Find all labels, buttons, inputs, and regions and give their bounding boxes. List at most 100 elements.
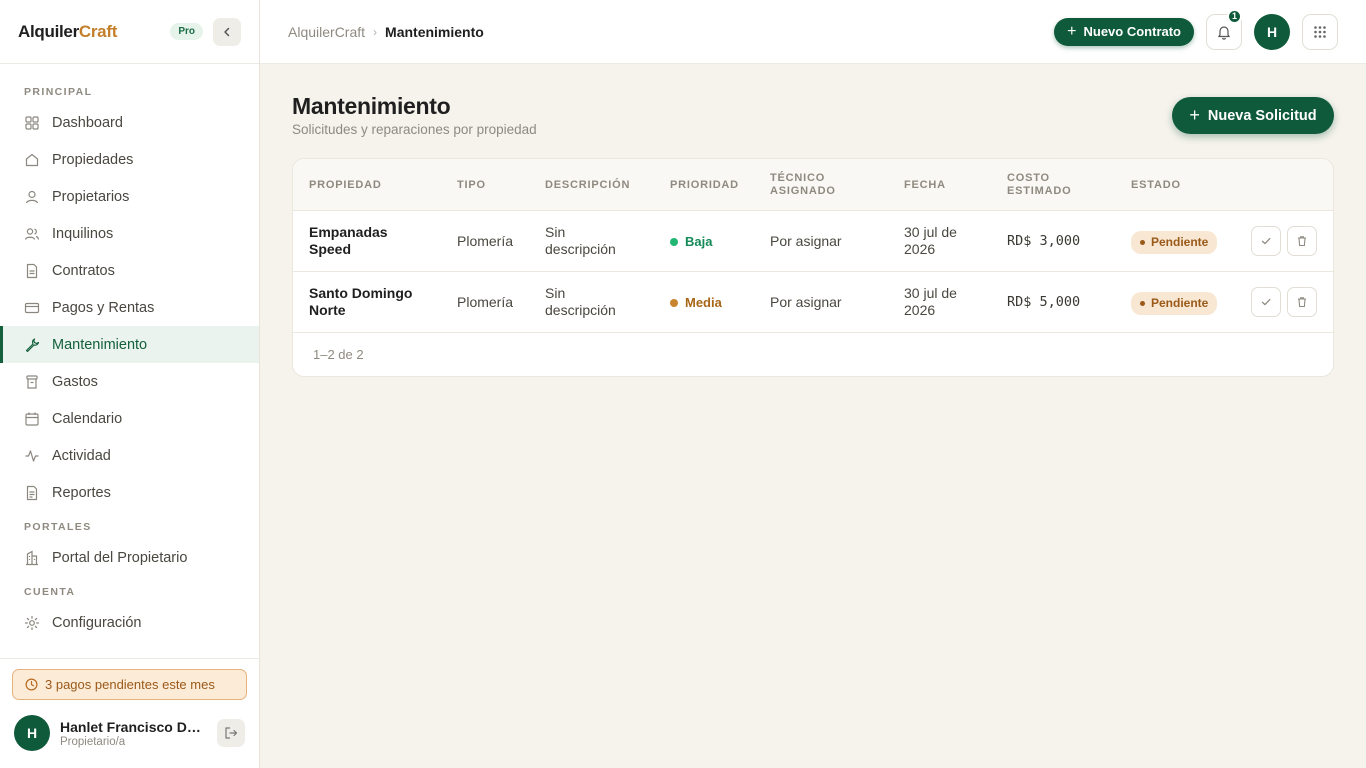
notification-count-badge: 1 [1227, 8, 1242, 24]
logout-button[interactable] [217, 719, 245, 747]
page-subtitle: Solicitudes y reparaciones por propiedad [292, 122, 537, 137]
table-row[interactable]: Empanadas Speed Plomería Sin descripción… [293, 211, 1333, 272]
chevron-left-icon [224, 27, 230, 36]
sidebar-item-configuracion[interactable]: Configuración [0, 604, 259, 641]
cell-tipo: Plomería [457, 294, 514, 310]
trash-icon [1298, 297, 1306, 308]
sidebar-item-label: Dashboard [52, 114, 123, 131]
collapse-sidebar-button[interactable] [213, 17, 241, 46]
approve-button[interactable] [1251, 287, 1281, 317]
grid-icon [24, 115, 40, 131]
credit-card-icon [24, 300, 40, 316]
sidebar-item-label: Pagos y Rentas [52, 299, 155, 316]
sidebar-item-portal-propietario[interactable]: Portal del Propietario [0, 539, 259, 576]
section-label-cuenta: CUENTA [24, 586, 76, 598]
sidebar-item-label: Mantenimiento [52, 336, 148, 353]
cell-descripcion: Sin descripción [545, 285, 616, 318]
column-header-tipo[interactable]: TIPO [457, 179, 486, 192]
sidebar-item-label: Calendario [52, 410, 123, 427]
table-row[interactable]: Santo Domingo Norte Plomería Sin descrip… [293, 272, 1333, 333]
priority-label: Media [685, 295, 722, 310]
cell-fecha: 30 jul de 2026 [904, 285, 957, 318]
new-contract-label: Nuevo Contrato [1083, 24, 1182, 39]
pagination-info: 1–2 de 2 [313, 347, 364, 362]
avatar[interactable]: H [14, 715, 50, 751]
sidebar-item-inquilinos[interactable]: Inquilinos [0, 215, 259, 252]
cell-propiedad[interactable]: Empanadas Speed [309, 224, 419, 258]
column-header-fecha[interactable]: FECHA [904, 179, 946, 192]
sidebar-item-label: Configuración [52, 614, 142, 631]
user-role: Propietario/a [60, 735, 126, 748]
status-dot-icon [1140, 301, 1145, 306]
sidebar-item-pagos[interactable]: Pagos y Rentas [0, 289, 259, 326]
status-label: Pendiente [1151, 296, 1209, 310]
approve-button[interactable] [1251, 226, 1281, 256]
new-contract-button[interactable]: + Nuevo Contrato [1054, 17, 1194, 46]
sidebar-item-label: Propietarios [52, 188, 130, 205]
sidebar-item-propiedades[interactable]: Propiedades [0, 141, 259, 178]
status-label: Pendiente [1151, 235, 1209, 249]
section-label-principal: PRINCIPAL [24, 86, 93, 98]
trash-icon [1298, 236, 1306, 247]
apps-menu-button[interactable] [1302, 13, 1338, 50]
clock-icon [25, 678, 38, 691]
bell-icon [1218, 25, 1230, 40]
receipt-icon [24, 374, 40, 390]
pending-payments-alert[interactable]: 3 pagos pendientes este mes [12, 669, 247, 700]
maintenance-table: PROPIEDAD TIPO DESCRIPCIÓN PRIORIDAD TÉC… [292, 158, 1334, 377]
sidebar-item-calendario[interactable]: Calendario [0, 400, 259, 437]
column-header-tecnico[interactable]: TÉCNICO ASIGNADO [770, 172, 836, 198]
breadcrumb-current: Mantenimiento [385, 23, 484, 40]
sidebar-item-label: Propiedades [52, 151, 134, 168]
brand-name-part1: Alquiler [18, 21, 79, 41]
priority-dot-icon [670, 298, 678, 307]
home-icon [24, 152, 40, 168]
sidebar-item-contratos[interactable]: Contratos [0, 252, 259, 289]
header-avatar[interactable]: H [1254, 13, 1290, 50]
status-badge: Pendiente [1131, 292, 1218, 315]
sidebar-item-reportes[interactable]: Reportes [0, 474, 259, 511]
sidebar-item-gastos[interactable]: Gastos [0, 363, 259, 400]
sidebar-item-actividad[interactable]: Actividad [0, 437, 259, 474]
users-icon [24, 226, 40, 242]
section-label-portales: PORTALES [24, 521, 92, 533]
column-header-costo[interactable]: COSTO ESTIMADO [1007, 172, 1071, 198]
check-icon [1261, 237, 1271, 245]
column-header-prioridad[interactable]: PRIORIDAD [670, 179, 739, 192]
page-title: Mantenimiento [292, 93, 451, 119]
notifications-button[interactable]: 1 [1206, 8, 1242, 50]
cell-tecnico: Por asignar [770, 233, 842, 249]
sidebar-item-propietarios[interactable]: Propietarios [0, 178, 259, 215]
delete-button[interactable] [1287, 287, 1317, 317]
sidebar: AlquilerCraft Pro PRINCIPAL Dashboard Pr… [0, 0, 260, 768]
user-profile: H Hanlet Francisco De León Propietario/a [14, 715, 245, 751]
cell-descripcion: Sin descripción [545, 224, 616, 257]
cell-costo: RD$ 5,000 [1007, 294, 1081, 310]
new-request-button[interactable]: + Nueva Solicitud [1172, 97, 1334, 134]
cell-tecnico: Por asignar [770, 294, 842, 310]
plus-icon: + [1067, 22, 1077, 40]
new-request-label: Nueva Solicitud [1207, 107, 1317, 124]
brand-logo[interactable]: AlquilerCraft [18, 22, 117, 42]
delete-button[interactable] [1287, 226, 1317, 256]
sidebar-item-label: Portal del Propietario [52, 549, 188, 566]
table-header: PROPIEDAD TIPO DESCRIPCIÓN PRIORIDAD TÉC… [293, 159, 1333, 211]
sidebar-footer: 3 pagos pendientes este mes H Hanlet Fra… [0, 658, 259, 768]
user-name: Hanlet Francisco De León [60, 718, 208, 735]
document-icon [24, 263, 40, 279]
sidebar-item-label: Gastos [52, 373, 98, 390]
sidebar-item-label: Inquilinos [52, 225, 114, 242]
status-badge: Pendiente [1131, 231, 1218, 254]
sidebar-item-label: Actividad [52, 447, 111, 464]
column-header-descripcion[interactable]: DESCRIPCIÓN [545, 179, 630, 192]
cell-costo: RD$ 3,000 [1007, 233, 1081, 249]
cell-fecha: 30 jul de 2026 [904, 224, 957, 257]
sidebar-item-mantenimiento[interactable]: Mantenimiento [0, 326, 259, 363]
status-dot-icon [1140, 240, 1145, 245]
brand-name-part2: Craft [78, 21, 118, 41]
sidebar-item-dashboard[interactable]: Dashboard [0, 104, 259, 141]
breadcrumb-root[interactable]: AlquilerCraft [288, 24, 365, 40]
column-header-estado[interactable]: ESTADO [1131, 179, 1181, 192]
column-header-propiedad[interactable]: PROPIEDAD [309, 179, 382, 192]
cell-propiedad[interactable]: Santo Domingo Norte [309, 285, 429, 319]
